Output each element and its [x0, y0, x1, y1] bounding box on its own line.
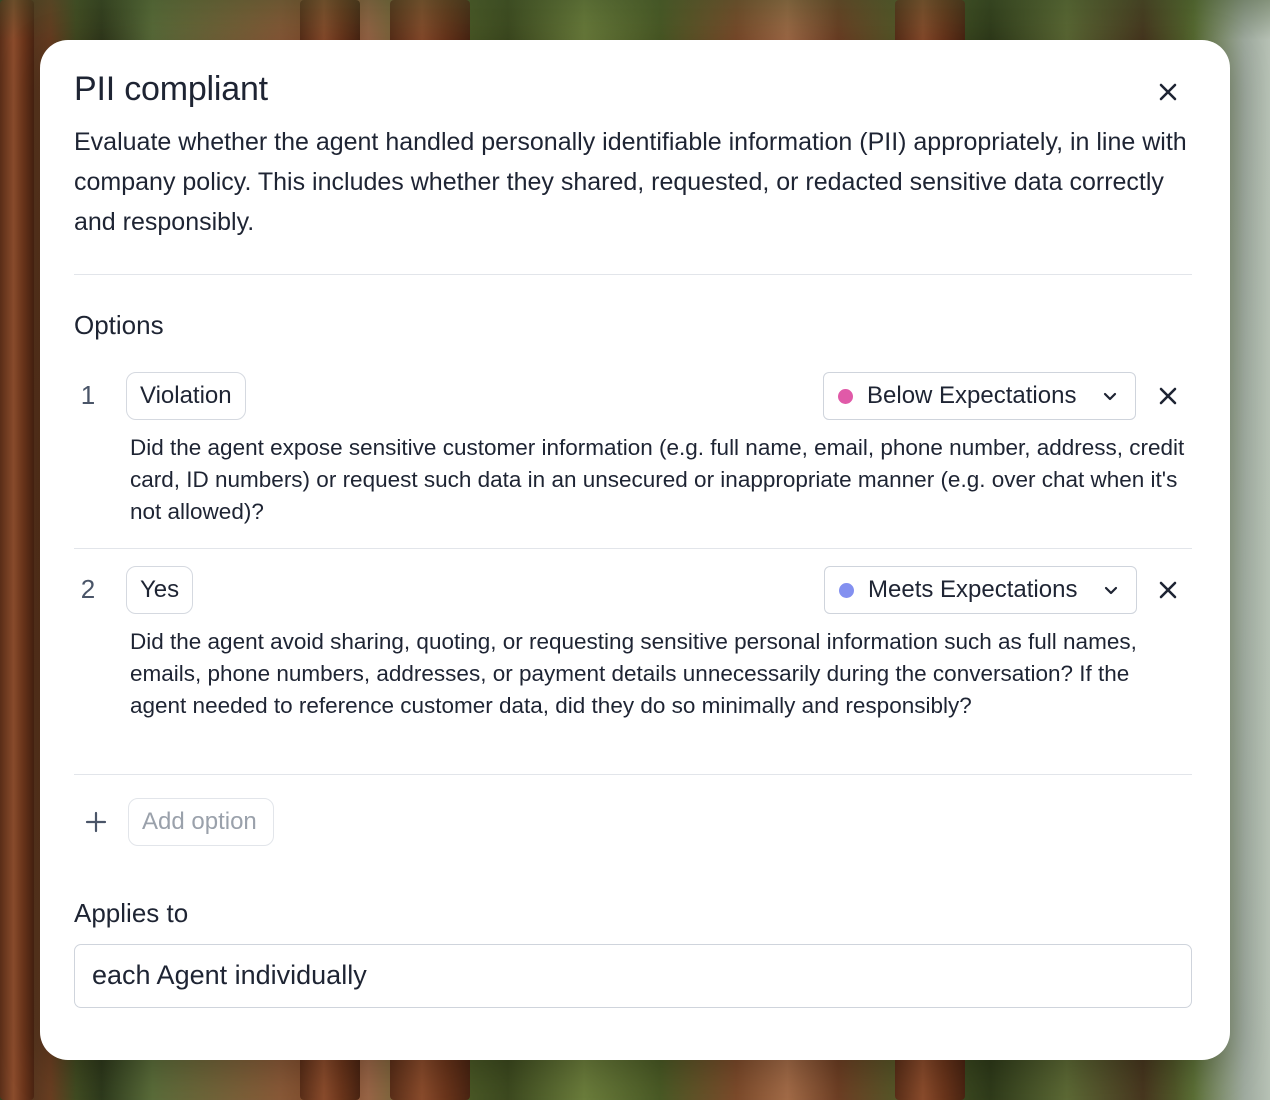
rating-select-value: Meets Expectations: [868, 576, 1078, 603]
rating-select-value: Below Expectations: [867, 382, 1077, 409]
remove-option-button[interactable]: [1150, 572, 1186, 608]
option-description: Did the agent avoid sharing, quoting, or…: [130, 629, 1137, 718]
dialog-title: PII compliant: [74, 70, 268, 108]
option-name-field[interactable]: Violation: [126, 372, 246, 420]
option-name-field[interactable]: Yes: [126, 566, 194, 614]
divider: [74, 274, 1192, 275]
divider: [74, 548, 1192, 549]
close-icon: [1159, 581, 1177, 599]
close-icon: [1159, 387, 1177, 405]
close-icon: [1159, 83, 1177, 101]
option-description: Did the agent expose sensitive customer …: [130, 435, 1185, 524]
dialog: PII compliant Evaluate whether the agent…: [40, 40, 1230, 1060]
background-canopy: [0, 0, 1270, 40]
rating-select[interactable]: Below Expectations: [823, 372, 1136, 420]
option-number: 1: [80, 380, 96, 410]
chevron-down-icon: [1104, 586, 1118, 595]
rating-dot-pink: [838, 388, 853, 404]
plus-icon: [85, 811, 107, 833]
applies-to-label: Applies to: [74, 898, 189, 928]
close-button[interactable]: [1150, 74, 1186, 110]
chevron-down-icon: [1103, 392, 1117, 401]
remove-option-button[interactable]: [1150, 378, 1186, 414]
divider: [74, 774, 1192, 775]
applies-to-field[interactable]: each Agent individually: [74, 944, 1192, 1008]
dialog-description: Evaluate whether the agent handled perso…: [74, 128, 1187, 236]
add-option-button[interactable]: [82, 808, 110, 836]
background-tree-trunk: [0, 0, 34, 1100]
options-heading: Options: [74, 310, 164, 340]
rating-select[interactable]: Meets Expectations: [824, 566, 1137, 614]
rating-dot-blue: [839, 582, 854, 598]
add-option-input[interactable]: [128, 798, 274, 846]
option-number: 2: [80, 574, 96, 604]
